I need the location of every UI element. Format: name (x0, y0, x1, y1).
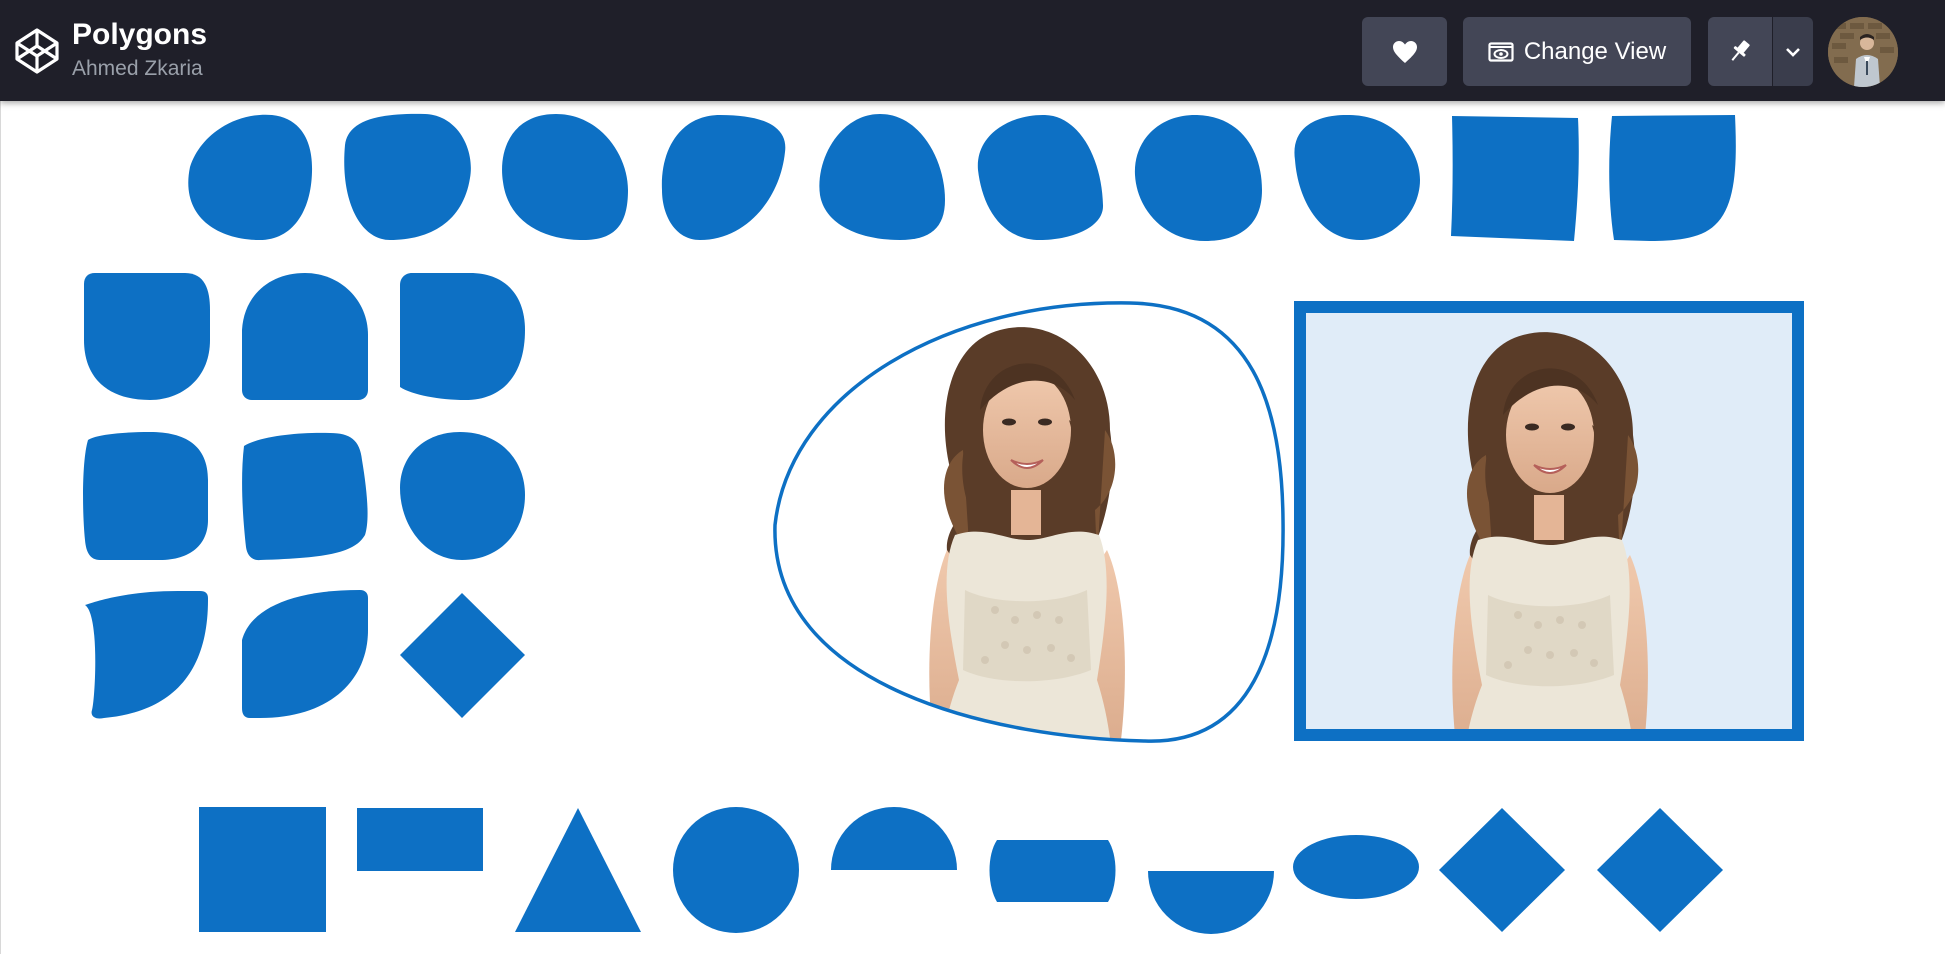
square-shape[interactable] (199, 807, 326, 932)
circle-shape[interactable] (673, 807, 799, 933)
barrel-shape[interactable] (989, 840, 1116, 902)
like-button[interactable] (1362, 17, 1447, 86)
eye-icon (1488, 41, 1514, 62)
grid-shape-6[interactable] (400, 432, 525, 560)
triangle-shape[interactable] (515, 808, 641, 932)
diamond-shape-1[interactable] (1439, 808, 1565, 932)
blob-shape-4[interactable] (661, 115, 786, 240)
grid-shape-2[interactable] (242, 273, 368, 400)
chevron-down-icon (1786, 47, 1800, 57)
preview-area (0, 101, 1945, 954)
blob-shape-7[interactable] (1134, 114, 1262, 241)
grid-shape-8[interactable] (242, 590, 368, 718)
grid-shape-7[interactable] (85, 591, 208, 719)
blob-shape-6[interactable] (977, 114, 1104, 240)
shapes-canvas (83, 113, 1804, 934)
grid-shape-1[interactable] (84, 273, 210, 400)
half-circle-top-shape[interactable] (831, 807, 957, 870)
blob-shape-2[interactable] (344, 113, 471, 240)
blob-shape-8[interactable] (1294, 114, 1420, 240)
more-options-button[interactable] (1773, 17, 1813, 86)
pin-button[interactable] (1708, 17, 1772, 86)
change-view-button[interactable]: Change View (1463, 17, 1691, 86)
grid-shape-3[interactable] (400, 273, 525, 400)
rect-frame-demo[interactable] (1294, 301, 1804, 795)
blob-shape-9[interactable] (1451, 116, 1579, 241)
blob-shape-3[interactable] (502, 114, 628, 241)
change-view-label: Change View (1523, 37, 1667, 65)
pen-title[interactable]: Polygons (72, 17, 207, 53)
grid-shape-diamond[interactable] (400, 593, 525, 718)
heart-icon (1392, 40, 1417, 63)
ellipse-shape[interactable] (1293, 835, 1419, 899)
grid-shape-5[interactable] (242, 432, 368, 561)
avatar-image (1828, 17, 1898, 87)
codepen-logo-icon[interactable] (12, 26, 62, 76)
pen-author[interactable]: Ahmed Zkaria (72, 56, 203, 82)
blob-shape-5[interactable] (819, 114, 945, 240)
blob-shape-1[interactable] (188, 114, 313, 241)
half-circle-bottom-shape[interactable] (1148, 871, 1274, 934)
grid-shape-4[interactable] (83, 432, 208, 560)
top-bar: Polygons Ahmed Zkaria Change View (0, 0, 1945, 101)
rectangle-shape[interactable] (357, 808, 483, 871)
blob-clip-demo[interactable] (770, 300, 1290, 790)
user-avatar[interactable] (1828, 17, 1898, 87)
pin-icon (1731, 39, 1750, 61)
diamond-shape-2[interactable] (1597, 808, 1723, 932)
blob-shape-10[interactable] (1609, 115, 1736, 241)
